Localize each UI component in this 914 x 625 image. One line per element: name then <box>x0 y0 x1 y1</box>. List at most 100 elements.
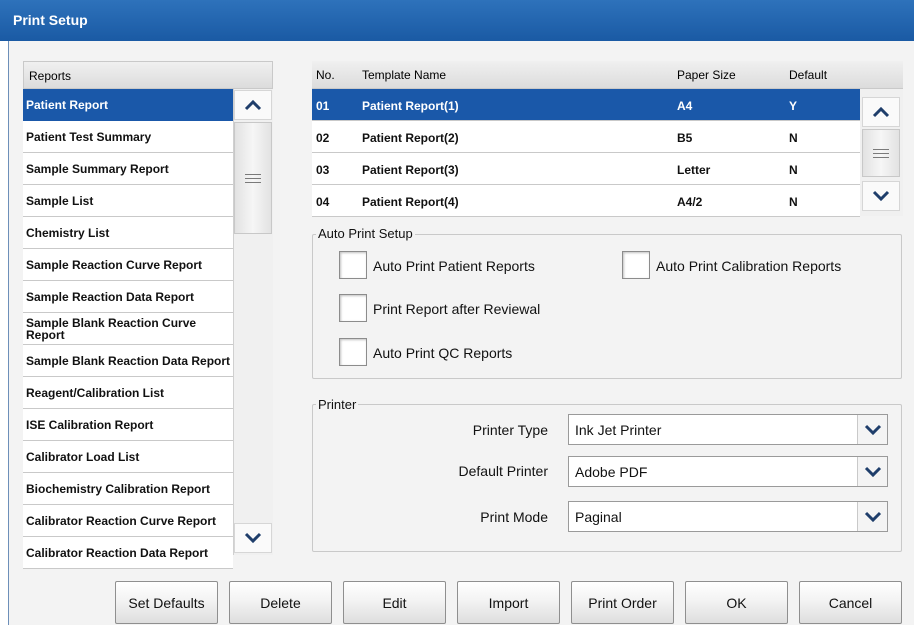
auto-print-patient-checkbox[interactable] <box>339 251 367 279</box>
default-printer-select[interactable]: Adobe PDF <box>568 456 888 487</box>
table-row[interactable]: 03 Patient Report(3) Letter N <box>312 153 860 185</box>
reports-header: Reports <box>23 61 273 89</box>
cancel-button[interactable]: Cancel <box>799 581 902 624</box>
delete-button[interactable]: Delete <box>229 581 332 624</box>
auto-print-patient-label: Auto Print Patient Reports <box>373 258 535 274</box>
table-row[interactable]: 02 Patient Report(2) B5 N <box>312 121 860 153</box>
auto-print-legend: Auto Print Setup <box>316 226 415 241</box>
report-item-label: Patient Test Summary <box>26 129 152 144</box>
scroll-up-button[interactable] <box>234 90 272 120</box>
table-row[interactable]: 04 Patient Report(4) A4/2 N <box>312 185 860 217</box>
report-item-label: Sample Blank Reaction Data Report <box>26 353 231 368</box>
printer-type-value: Ink Jet Printer <box>575 422 662 438</box>
table-row[interactable]: 01 Patient Report(1) A4 Y <box>312 89 860 121</box>
cell-template-name: Patient Report(4) <box>362 195 459 209</box>
report-item[interactable]: Sample Blank Reaction Curve Report <box>23 313 233 345</box>
print-mode-label: Print Mode <box>480 509 548 525</box>
cell-paper-size: A4/2 <box>677 195 703 209</box>
reports-scrollbar[interactable] <box>233 89 273 555</box>
reports-list: Reports Patient Report Patient Test Summ… <box>23 61 273 569</box>
report-item[interactable]: Calibrator Load List <box>23 441 233 473</box>
report-item-label: Calibrator Load List <box>26 449 140 464</box>
chevron-down-icon <box>244 532 262 544</box>
report-item[interactable]: Sample Reaction Curve Report <box>23 249 233 281</box>
cell-no: 02 <box>316 131 330 145</box>
print-mode-value: Paginal <box>575 509 622 525</box>
report-item[interactable]: Calibrator Reaction Data Report <box>23 537 233 569</box>
report-item-label: Calibrator Reaction Curve Report <box>26 513 217 528</box>
report-item[interactable]: Patient Test Summary <box>23 121 233 153</box>
report-item-label: Chemistry List <box>26 225 110 240</box>
report-item-label: Sample Reaction Curve Report <box>26 257 203 272</box>
report-item[interactable]: Sample List <box>23 185 233 217</box>
default-printer-value: Adobe PDF <box>575 464 648 480</box>
report-item[interactable]: ISE Calibration Report <box>23 409 233 441</box>
cell-default: N <box>789 131 798 145</box>
column-default: Default <box>789 68 828 82</box>
reports-items: Patient Report Patient Test Summary Samp… <box>23 89 233 569</box>
auto-print-qc-checkbox[interactable] <box>339 338 367 366</box>
printer-type-label: Printer Type <box>472 422 548 438</box>
report-item[interactable]: Sample Reaction Data Report <box>23 281 233 313</box>
report-item[interactable]: Reagent/Calibration List <box>23 377 233 409</box>
report-item[interactable]: Sample Summary Report <box>23 153 233 185</box>
edit-button[interactable]: Edit <box>343 581 446 624</box>
template-table: No. Template Name Paper Size Default 01 … <box>312 61 903 217</box>
cell-paper-size: A4 <box>677 99 693 113</box>
report-item[interactable]: Patient Report <box>23 89 233 121</box>
cell-default: N <box>789 195 798 209</box>
cell-default: Y <box>789 99 798 113</box>
print-after-review-label: Print Report after Reviewal <box>373 301 541 317</box>
chevron-down-icon <box>864 511 881 522</box>
report-item-label: Sample List <box>26 193 94 208</box>
print-after-review-checkbox[interactable] <box>339 294 367 322</box>
cell-template-name: Patient Report(3) <box>362 163 459 177</box>
report-item-label: Patient Report <box>26 97 109 112</box>
report-item-label: Biochemistry Calibration Report <box>26 481 211 496</box>
report-item[interactable]: Biochemistry Calibration Report <box>23 473 233 505</box>
scroll-thumb[interactable] <box>234 122 272 234</box>
chevron-up-icon <box>244 99 262 111</box>
dropdown-button[interactable] <box>857 457 887 486</box>
report-item[interactable]: Chemistry List <box>23 217 233 249</box>
report-item-label: ISE Calibration Report <box>26 417 154 432</box>
cell-no: 03 <box>316 163 330 177</box>
reports-header-label: Reports <box>29 69 72 83</box>
chevron-down-icon <box>872 190 890 202</box>
printer-type-select[interactable]: Ink Jet Printer <box>568 414 888 445</box>
cell-paper-size: Letter <box>677 163 711 177</box>
scroll-down-button[interactable] <box>234 523 272 553</box>
set-defaults-button[interactable]: Set Defaults <box>115 581 218 624</box>
scroll-thumb[interactable] <box>862 129 900 177</box>
report-item[interactable]: Calibrator Reaction Curve Report <box>23 505 233 537</box>
template-scrollbar[interactable] <box>860 89 903 216</box>
report-item-label: Calibrator Reaction Data Report <box>26 545 209 560</box>
template-table-header: No. Template Name Paper Size Default <box>312 61 903 89</box>
cell-default: N <box>789 163 798 177</box>
column-no: No. <box>316 68 335 82</box>
ok-button[interactable]: OK <box>685 581 788 624</box>
default-printer-label: Default Printer <box>458 463 548 479</box>
chevron-down-icon <box>864 466 881 477</box>
import-button[interactable]: Import <box>457 581 560 624</box>
column-paper-size: Paper Size <box>677 68 736 82</box>
dropdown-button[interactable] <box>857 502 887 531</box>
report-item-label: Reagent/Calibration List <box>26 385 165 400</box>
auto-print-calibration-checkbox[interactable] <box>622 251 650 279</box>
grip-icon <box>873 148 889 158</box>
report-item[interactable]: Sample Blank Reaction Data Report <box>23 345 233 377</box>
report-item-label: Sample Reaction Data Report <box>26 289 195 304</box>
title-bar: Print Setup <box>0 0 914 41</box>
scroll-up-button[interactable] <box>862 97 900 127</box>
scroll-down-button[interactable] <box>862 181 900 211</box>
print-order-button[interactable]: Print Order <box>571 581 674 624</box>
report-item-label: Sample Blank Reaction Curve Report <box>26 315 197 342</box>
cell-no: 01 <box>316 99 330 113</box>
report-item-label: Sample Summary Report <box>26 161 169 176</box>
cell-template-name: Patient Report(1) <box>362 99 459 113</box>
dropdown-button[interactable] <box>857 415 887 444</box>
printer-legend: Printer <box>316 397 359 412</box>
print-mode-select[interactable]: Paginal <box>568 501 888 532</box>
auto-print-calibration-label: Auto Print Calibration Reports <box>656 258 842 274</box>
window-title: Print Setup <box>13 12 88 28</box>
